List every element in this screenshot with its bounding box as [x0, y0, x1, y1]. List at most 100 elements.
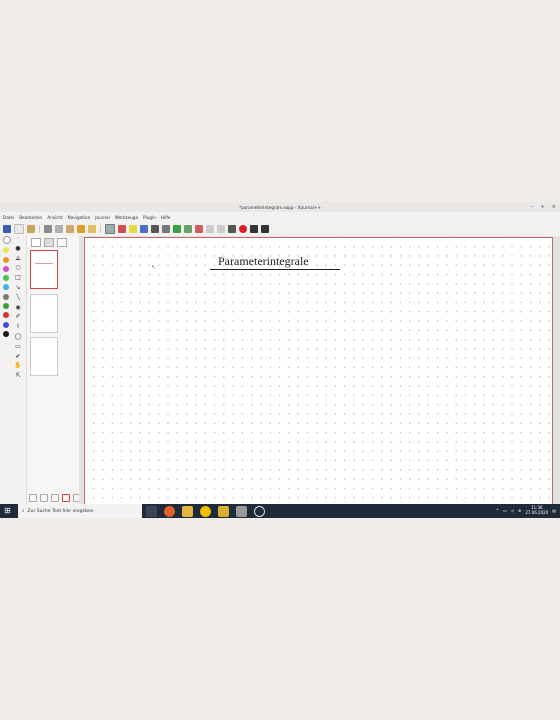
color-swatch-7[interactable]: [3, 303, 9, 310]
save-icon[interactable]: [3, 225, 11, 233]
paste-icon[interactable]: [66, 225, 74, 233]
color-swatch-1[interactable]: [3, 247, 9, 254]
firefox-icon[interactable]: [164, 506, 175, 517]
page-thumbnail-1[interactable]: [30, 250, 58, 289]
main-toolbar: [0, 223, 560, 235]
menu-hilfe[interactable]: Hilfe: [161, 215, 171, 220]
record-icon[interactable]: [239, 225, 247, 233]
task-view-icon[interactable]: [146, 506, 157, 517]
hand-tool-icon[interactable]: ✋: [14, 363, 22, 370]
color-swatch-3[interactable]: [3, 265, 9, 272]
thumb-heading: [35, 263, 53, 264]
speaker-icon[interactable]: ◁: [511, 508, 514, 513]
text-color-icon[interactable]: Ⅰ: [14, 324, 22, 331]
minimize-button[interactable]: –: [531, 204, 534, 210]
text-tool-icon[interactable]: [151, 225, 159, 233]
windows-taskbar: ⊞ ⌕ Zur Suche Text hier eingeben ^ ▭ ◁ ⊕…: [0, 504, 560, 518]
move-down-button[interactable]: [40, 494, 48, 502]
undo-icon[interactable]: [77, 225, 85, 233]
dot-small-icon[interactable]: ·: [14, 235, 22, 243]
tab-toc[interactable]: [31, 238, 41, 247]
page-thumbnail-3[interactable]: [30, 337, 58, 376]
color-swatch-8[interactable]: [3, 312, 9, 319]
tab-layers[interactable]: [57, 238, 67, 247]
delete-page-button[interactable]: [62, 494, 70, 502]
pen-tool-icon[interactable]: [105, 224, 115, 234]
menu-ansicht[interactable]: Ansicht: [47, 215, 62, 220]
line-tool-icon[interactable]: ╲: [14, 294, 22, 302]
dot-large-icon[interactable]: ●: [14, 245, 22, 253]
speech-bubble-icon[interactable]: ◯: [14, 333, 22, 341]
select-tool-icon[interactable]: ⇱: [14, 373, 22, 380]
move-up-button[interactable]: [29, 494, 37, 502]
search-icon: ⌕: [22, 509, 25, 514]
color-picker-icon[interactable]: ✐: [14, 314, 22, 321]
copy-icon[interactable]: [55, 225, 63, 233]
menu-plugin[interactable]: Plugin: [143, 215, 156, 220]
page-thumbnail-2[interactable]: [30, 294, 58, 333]
refresh-icon[interactable]: [173, 225, 181, 233]
check-icon[interactable]: ✔: [14, 353, 22, 361]
menu-datei[interactable]: Datei: [3, 215, 14, 220]
next-page-icon[interactable]: [217, 225, 225, 233]
canvas-area[interactable]: Parameterintegrale ↖: [79, 236, 560, 507]
app-icon[interactable]: [200, 506, 211, 517]
latex-icon[interactable]: [162, 225, 170, 233]
tab-page-preview[interactable]: [44, 238, 54, 247]
windows-start-icon[interactable]: ⊞: [4, 507, 12, 515]
menu-bearbeiten[interactable]: Bearbeiten: [19, 215, 42, 220]
redo-icon[interactable]: [88, 225, 96, 233]
eraser-icon[interactable]: [118, 225, 126, 233]
delete-page-icon[interactable]: [195, 225, 203, 233]
color-swatch-2[interactable]: [3, 256, 9, 263]
obs-icon[interactable]: [254, 506, 265, 517]
new-document-icon[interactable]: [14, 224, 24, 234]
open-folder-icon[interactable]: [27, 225, 35, 233]
color-swatch-4[interactable]: [3, 275, 9, 282]
circle-tool-icon[interactable]: ○: [14, 265, 22, 272]
file-explorer-icon[interactable]: [182, 506, 193, 517]
xournal-app-icon[interactable]: [236, 506, 247, 517]
window-title: *parameterintegrale.xopp - Xournal++: [239, 204, 321, 210]
menu-bar: Datei Bearbeiten Ansicht Navigation Jour…: [0, 213, 560, 222]
color-swatch-5[interactable]: [3, 284, 9, 291]
color-swatch-0[interactable]: [3, 236, 11, 244]
color-swatch-9[interactable]: [3, 321, 9, 328]
rectangle-tool-icon[interactable]: □: [14, 275, 22, 282]
image-icon[interactable]: [140, 225, 148, 233]
color-swatch-6[interactable]: [3, 293, 9, 300]
fullscreen-icon[interactable]: [228, 225, 236, 233]
menu-werkzeuge[interactable]: Werkzeuge: [115, 215, 138, 220]
heading-underline: [210, 269, 340, 270]
print-icon[interactable]: [44, 225, 52, 233]
tray-chevron-icon[interactable]: ^: [496, 508, 499, 513]
clock-date: 27.06.2020: [525, 510, 549, 515]
menu-journal[interactable]: Journal: [95, 215, 109, 220]
toolbar-separator: [39, 225, 40, 233]
color-swatch-10[interactable]: [3, 330, 9, 337]
network-icon[interactable]: ⊕: [518, 508, 521, 513]
toolbar-separator: [100, 225, 101, 233]
journal-page[interactable]: Parameterintegrale ↖: [84, 237, 553, 507]
arrow-tool-icon[interactable]: ↘: [14, 284, 22, 292]
close-button[interactable]: ×: [552, 204, 556, 210]
stop-icon[interactable]: [261, 225, 269, 233]
fill-icon[interactable]: ◉: [14, 304, 22, 312]
taskbar-search[interactable]: ⌕ Zur Suche Text hier eingeben: [18, 504, 142, 518]
clock[interactable]: 11:36 27.06.2020: [525, 505, 548, 515]
battery-icon[interactable]: ▭: [503, 508, 507, 513]
copy-page-button[interactable]: [51, 494, 59, 502]
highlighter-icon[interactable]: [129, 225, 137, 233]
folder-app-icon[interactable]: [218, 506, 229, 517]
folder-icon[interactable]: ▭: [14, 343, 22, 351]
title-bar: *parameterintegrale.xopp - Xournal++ – +…: [0, 202, 560, 212]
maximize-button[interactable]: +: [541, 204, 545, 210]
system-tray: ^ ▭ ◁ ⊕ 11:36 27.06.2020 ▤: [496, 505, 556, 515]
prev-page-icon[interactable]: [206, 225, 214, 233]
menu-navigation[interactable]: Navigation: [68, 215, 91, 220]
tool-palette: · ● ⟁ ○ □ ↘ ╲ ◉ ✐ Ⅰ ◯ ▭ ✔ ✋ ⇱: [0, 235, 26, 504]
notification-icon[interactable]: ▤: [552, 508, 556, 513]
pause-icon[interactable]: [250, 225, 258, 233]
shape-recognizer-icon[interactable]: ⟁: [14, 255, 22, 263]
add-page-icon[interactable]: [184, 225, 192, 233]
